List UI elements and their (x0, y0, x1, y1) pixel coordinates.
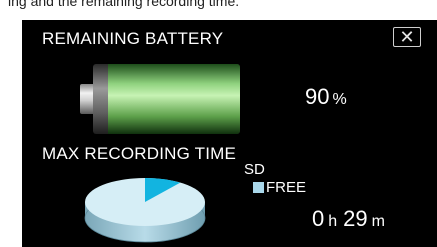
top-strip-text: ing and the remaining recording time. (8, 0, 240, 9)
battery-level-fill (107, 64, 240, 134)
close-button[interactable]: ✕ (393, 27, 421, 47)
battery-body (93, 64, 240, 134)
remaining-battery-title: REMAINING BATTERY (42, 29, 224, 48)
hours-unit: h (328, 213, 338, 230)
minutes-unit: m (371, 213, 385, 230)
battery-percent-readout: 90% (305, 84, 347, 110)
battery-percent-value: 90 (305, 84, 330, 109)
free-legend-label: FREE (266, 179, 307, 196)
close-icon: ✕ (399, 27, 415, 47)
top-text-strip: ing and the remaining recording time. (0, 0, 437, 22)
battery-terminal (80, 84, 94, 114)
battery-icon (80, 64, 240, 134)
hours-value: 0 (312, 206, 325, 231)
battery-info-screen: REMAINING BATTERY ✕ 90% MAX RECORDING TI… (22, 20, 437, 247)
max-recording-time-title: MAX RECORDING TIME (42, 144, 237, 163)
minutes-value: 29 (343, 206, 368, 231)
free-legend: FREE (253, 179, 306, 196)
remaining-recording-time: 0 h 29 m (312, 206, 385, 232)
sd-media-label: SD (244, 161, 265, 178)
battery-percent-unit: % (332, 91, 347, 108)
free-legend-swatch (253, 182, 264, 193)
storage-pie-chart (84, 178, 206, 243)
